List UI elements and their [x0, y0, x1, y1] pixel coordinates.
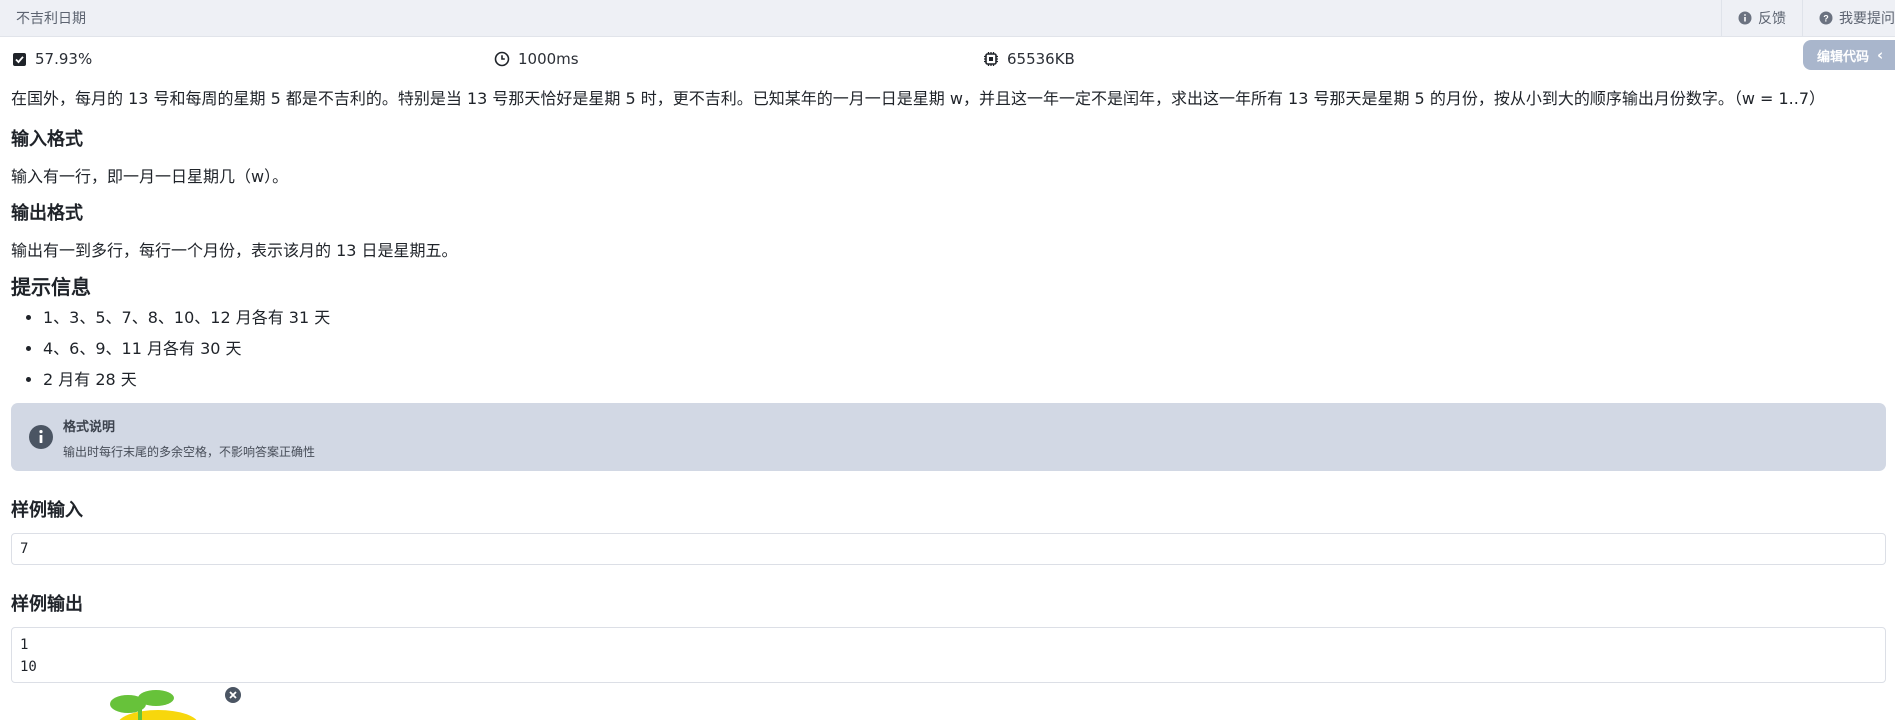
sample-output-line: 10	[20, 659, 37, 675]
mascot-sprout-icon[interactable]	[100, 684, 240, 720]
pass-rate-value: 57.93%	[35, 50, 93, 68]
top-bar: 不吉利日期 反馈 ? 我要提问	[0, 0, 1895, 37]
edit-code-label: 编辑代码	[1817, 49, 1870, 65]
svg-text:?: ?	[1823, 14, 1829, 24]
clock-icon	[494, 51, 510, 67]
hint-title: 提示信息	[11, 275, 91, 299]
input-format-title: 输入格式	[11, 129, 83, 150]
memory-limit-value: 65536KB	[1007, 50, 1075, 68]
sample-output-title: 样例输出	[11, 594, 83, 615]
format-notice: 格式说明 输出时每行末尾的多余空格，不影响答案正确性	[11, 403, 1886, 471]
sample-input-line: 7	[20, 541, 29, 557]
close-icon[interactable]	[224, 686, 242, 704]
hint-item: 2 月有 28 天	[43, 364, 1886, 395]
info-icon	[1738, 11, 1752, 25]
info-icon	[29, 425, 53, 449]
input-format-text: 输入有一行，即一月一日星期几（w）。	[11, 167, 289, 186]
memory-limit: 65536KB	[983, 50, 1075, 68]
hint-list: 1、3、5、7、8、10、12 月各有 31 天 4、6、9、11 月各有 30…	[11, 302, 1886, 395]
hint-item: 1、3、5、7、8、10、12 月各有 31 天	[43, 302, 1886, 333]
ask-question-button[interactable]: ? 我要提问	[1802, 0, 1895, 36]
notice-text: 输出时每行末尾的多余空格，不影响答案正确性	[63, 445, 316, 459]
chip-icon	[984, 52, 998, 66]
output-format-text: 输出有一到多行，每行一个月份，表示该月的 13 日是星期五。	[11, 241, 458, 260]
feedback-button[interactable]: 反馈	[1721, 0, 1802, 36]
chevron-left-icon: ‹	[1877, 46, 1884, 64]
hint-item: 4、6、9、11 月各有 30 天	[43, 333, 1886, 364]
ask-question-label: 我要提问	[1839, 11, 1895, 27]
time-limit: 1000ms	[494, 50, 579, 68]
checkbox-icon	[13, 52, 26, 66]
problem-description: 在国外，每月的 13 号和每周的星期 5 都是不吉利的。特别是当 13 号那天恰…	[11, 89, 1826, 108]
time-limit-value: 1000ms	[518, 50, 579, 68]
help-icon: ?	[1819, 11, 1833, 25]
feedback-label: 反馈	[1758, 11, 1786, 27]
sample-input-title: 样例输入	[11, 500, 83, 521]
top-actions: 反馈 ? 我要提问	[1721, 0, 1895, 36]
problem-content: 在国外，每月的 13 号和每周的星期 5 都是不吉利的。特别是当 13 号那天恰…	[11, 86, 1886, 683]
output-format-title: 输出格式	[11, 203, 83, 224]
pass-rate: 57.93%	[12, 50, 92, 68]
edit-code-button[interactable]: 编辑代码 ‹	[1803, 40, 1895, 70]
notice-title: 格式说明	[63, 420, 116, 435]
sample-output-line: 1	[20, 637, 29, 653]
problem-stats: 57.93% 1000ms 65536KB	[0, 46, 1895, 74]
problem-title: 不吉利日期	[16, 11, 86, 27]
sample-input-box[interactable]: 7	[11, 533, 1886, 565]
sample-output-box[interactable]: 1 10	[11, 627, 1886, 683]
